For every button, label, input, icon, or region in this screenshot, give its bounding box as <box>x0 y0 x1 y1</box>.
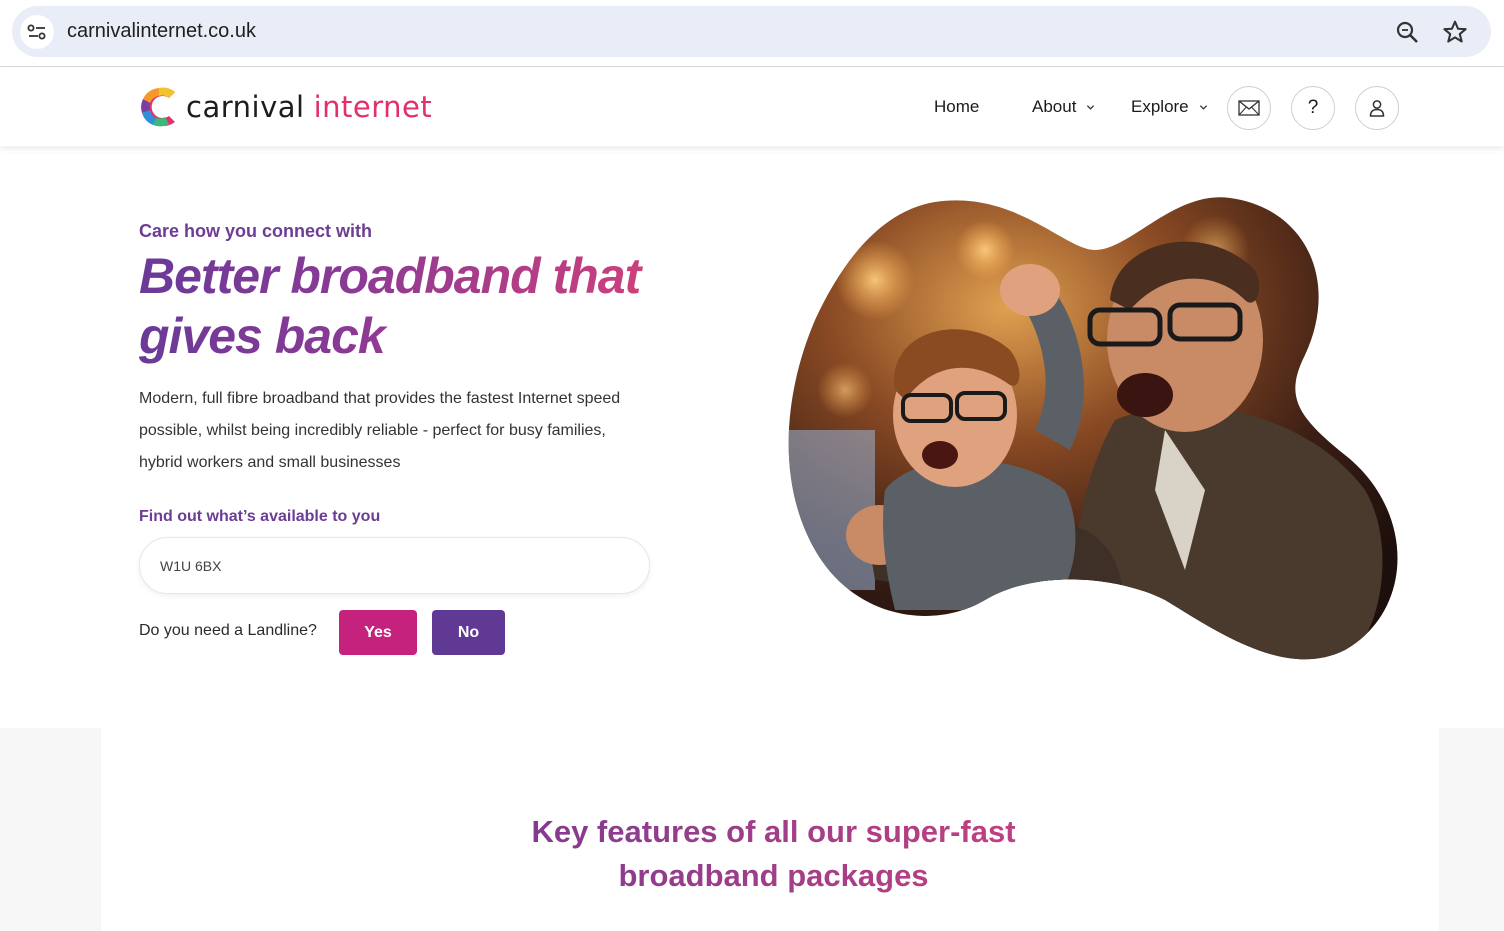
logo-word-carnival: carnival <box>186 90 305 124</box>
nav-explore-label: Explore <box>1131 97 1189 116</box>
zoom-icon[interactable] <box>1393 18 1421 46</box>
hero-description: Modern, full fibre broadband that provid… <box>139 390 621 471</box>
site-info-icon[interactable] <box>20 15 54 49</box>
help-button[interactable]: ? <box>1291 86 1335 130</box>
address-bar[interactable]: carnivalinternet.co.uk <box>12 6 1491 57</box>
hero-image <box>788 197 1398 660</box>
nav-about-label: About <box>1032 97 1077 116</box>
landline-question: Do you need a Landline? <box>139 622 317 639</box>
availability-label: Find out what’s available to you <box>139 508 381 525</box>
hero-eyebrow: Care how you connect with <box>139 221 373 241</box>
landline-no-button[interactable]: No <box>432 610 505 655</box>
carnival-logo-mark <box>141 87 175 127</box>
bookmark-star-icon[interactable] <box>1441 18 1469 46</box>
browser-toolbar: carnivalinternet.co.uk <box>0 0 1504 67</box>
user-icon <box>1369 100 1385 117</box>
chevron-down-icon <box>1199 104 1207 110</box>
hero-title: Better broadband that gives back <box>139 246 659 366</box>
logo-word-internet: internet <box>313 90 433 124</box>
chevron-down-icon <box>1087 104 1095 110</box>
features-title: Key features of all our super-fast broad… <box>0 810 1504 898</box>
account-button[interactable] <box>1355 86 1399 130</box>
nav-explore[interactable]: Explore <box>1131 97 1208 117</box>
site-header: carnival internet Home About Explore ? <box>0 68 1504 146</box>
features-title-text: Key features of all our super-fast broad… <box>531 814 1016 893</box>
site-logo[interactable]: carnival internet <box>139 83 432 131</box>
contact-button[interactable] <box>1227 86 1271 130</box>
nav-home[interactable]: Home <box>934 97 979 117</box>
help-icon: ? <box>1307 97 1319 118</box>
mail-icon <box>1238 100 1260 116</box>
postcode-input[interactable] <box>139 537 650 594</box>
nav-home-label: Home <box>934 97 980 116</box>
landline-yes-button[interactable]: Yes <box>339 610 417 655</box>
nav-about[interactable]: About <box>1032 97 1095 117</box>
url-text[interactable]: carnivalinternet.co.uk <box>67 20 256 43</box>
